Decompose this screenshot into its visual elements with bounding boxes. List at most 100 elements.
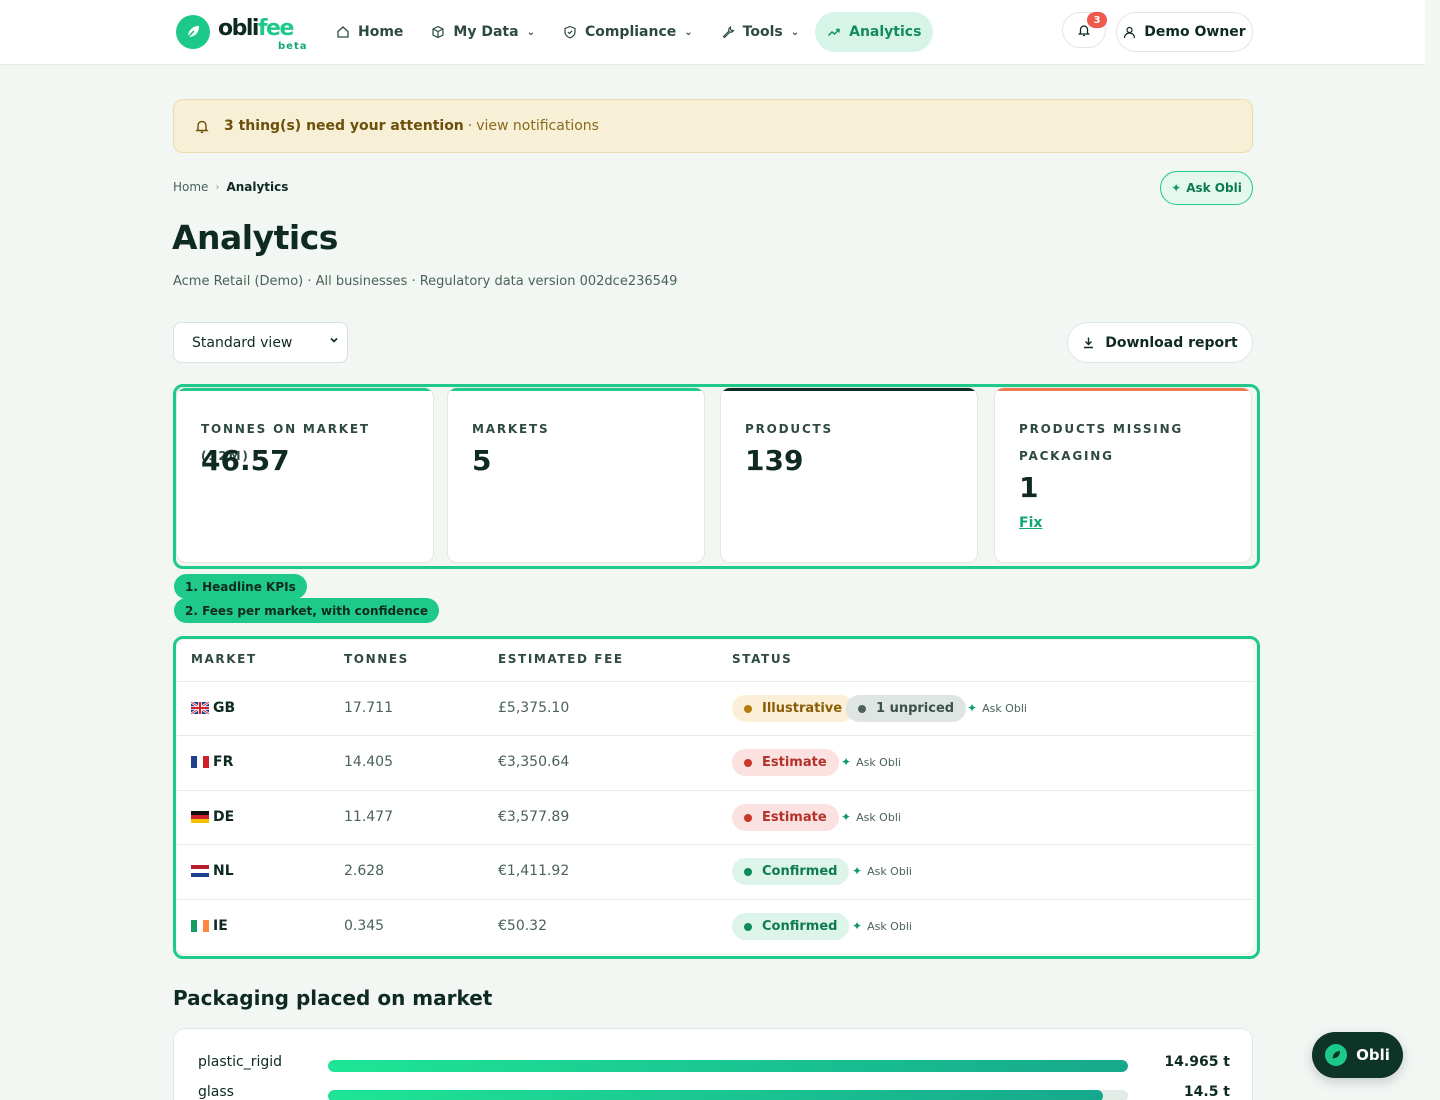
table-row[interactable]: DE 11.477 €3,577.89 Estimate ✦ Ask Obli — [177, 790, 1253, 844]
tour-tag-fees-per-market: 2. Fees per market, with confidence — [174, 598, 439, 623]
view-notifications-link[interactable]: view notifications — [476, 118, 599, 134]
status-label: Estimate — [762, 755, 827, 770]
market-cell: DE — [191, 809, 234, 825]
page-subtitle: Acme Retail (Demo) · All businesses · Re… — [173, 274, 678, 289]
download-icon — [1082, 336, 1095, 349]
status-dot-icon — [744, 758, 752, 767]
attention-banner: 3 thing(s) need your attention · view no… — [173, 99, 1253, 153]
nav-tools-label: Tools — [742, 24, 783, 40]
nav-my-data-label: My Data — [453, 24, 519, 40]
leaf-logo-icon — [1325, 1044, 1348, 1066]
fee-cell: £5,375.10 — [498, 700, 570, 716]
ask-obli-row-label: Ask Obli — [867, 864, 912, 878]
status-badge: Estimate — [732, 749, 839, 776]
kpi-accent-stripe — [721, 388, 977, 391]
market-cell: FR — [191, 754, 233, 770]
table-row[interactable]: FR 14.405 €3,350.64 Estimate ✦ Ask Obli — [177, 735, 1253, 789]
kpi-accent-stripe — [448, 388, 704, 391]
nav-home-label: Home — [358, 24, 404, 40]
fee-cell: €3,350.64 — [498, 754, 570, 770]
user-icon — [1123, 26, 1136, 39]
nav-compliance-label: Compliance — [584, 24, 677, 40]
user-menu-button[interactable]: Demo Owner — [1116, 12, 1253, 52]
ask-obli-row-label: Ask Obli — [856, 755, 901, 769]
table-row[interactable]: IE 0.345 €50.32 Confirmed ✦ Ask Obli — [177, 899, 1253, 953]
shield-icon — [563, 25, 577, 39]
packaging-material-label: glass — [198, 1084, 234, 1100]
uk-flag-icon — [190, 701, 210, 715]
wrench-icon — [721, 25, 735, 39]
status-dot-icon — [744, 922, 752, 931]
kpi-label: PRODUCTS — [745, 422, 833, 436]
chevron-down-icon — [329, 335, 339, 348]
nav-my-data[interactable]: My Data ⌄ — [419, 12, 547, 52]
status-label: Estimate — [762, 810, 827, 825]
market-cell: IE — [191, 918, 228, 934]
sparkle-icon: ✦ — [852, 919, 863, 933]
breadcrumb-home[interactable]: Home — [173, 180, 208, 194]
main-nav: Home My Data ⌄ Compliance ⌄ Tools ⌄ Anal… — [324, 12, 937, 52]
kpi-value: 46.57 — [201, 444, 290, 477]
ask-obli-row-link[interactable]: ✦ Ask Obli — [967, 701, 1027, 715]
ask-obli-row-link[interactable]: ✦ Ask Obli — [852, 864, 912, 878]
tour-tag-headline-kpis: 1. Headline KPIs — [174, 574, 307, 599]
chevron-down-icon: ⌄ — [790, 26, 800, 38]
page-title: Analytics — [172, 218, 338, 257]
column-header-fee: ESTIMATED FEE — [498, 652, 624, 666]
nav-home[interactable]: Home — [324, 12, 415, 52]
nav-tools[interactable]: Tools ⌄ — [709, 12, 811, 52]
tonnes-cell: 17.711 — [344, 700, 393, 716]
unpriced-label: 1 unpriced — [876, 701, 955, 716]
kpi-value: 5 — [472, 444, 492, 477]
sparkle-icon: ✦ — [967, 701, 978, 715]
packaging-card: plastic_rigid 14.965 t glass 14.5 t — [173, 1028, 1253, 1100]
nav-compliance[interactable]: Compliance ⌄ — [551, 12, 705, 52]
fees-table: MARKET TONNES ESTIMATED FEE STATUS GB 17… — [177, 640, 1253, 953]
packaging-tonnes-value: 14.965 t — [1164, 1054, 1230, 1070]
kpi-label: PRODUCTS MISSING PACKAGING — [1019, 422, 1184, 463]
tonnes-cell: 0.345 — [344, 918, 385, 934]
view-select[interactable]: Standard view — [173, 322, 348, 363]
table-row[interactable]: GB 17.711 £5,375.10 Illustrative 1 unpri… — [177, 681, 1253, 735]
market-code: FR — [213, 754, 234, 770]
tonnes-cell: 2.628 — [344, 863, 385, 879]
notification-count-badge: 3 — [1087, 12, 1107, 28]
obli-assistant-label: Obli — [1356, 1046, 1390, 1064]
tonnes-cell: 11.477 — [344, 809, 393, 825]
packaging-row: plastic_rigid 14.965 t — [174, 1054, 1254, 1076]
fee-cell: €1,411.92 — [498, 863, 570, 879]
ask-obli-row-link[interactable]: ✦ Ask Obli — [841, 755, 901, 769]
brand-name: oblifee — [218, 16, 294, 41]
user-name: Demo Owner — [1144, 24, 1246, 40]
fix-link[interactable]: Fix — [1019, 515, 1042, 531]
netherlands-flag-icon — [191, 865, 209, 877]
status-dot-icon — [858, 704, 866, 713]
kpi-label: MARKETS — [472, 422, 550, 436]
breadcrumb: Home › Analytics — [173, 180, 288, 194]
table-row[interactable]: NL 2.628 €1,411.92 Confirmed ✦ Ask Obli — [177, 844, 1253, 898]
kpi-card-markets: MARKETS 5 — [447, 387, 705, 563]
ask-obli-row-label: Ask Obli — [867, 919, 912, 933]
kpi-accent-stripe — [995, 388, 1251, 391]
ask-obli-button[interactable]: ✦ Ask Obli — [1160, 171, 1253, 205]
status-badge: Estimate — [732, 804, 839, 831]
download-report-button[interactable]: Download report — [1067, 322, 1253, 363]
kpi-value: 139 — [745, 444, 804, 477]
market-code: GB — [213, 700, 236, 716]
obli-assistant-button[interactable]: Obli — [1312, 1032, 1403, 1078]
ask-obli-row-link[interactable]: ✦ Ask Obli — [852, 919, 912, 933]
nav-analytics[interactable]: Analytics — [815, 12, 934, 52]
ask-obli-row-link[interactable]: ✦ Ask Obli — [841, 810, 901, 824]
home-icon — [336, 25, 350, 39]
status-dot-icon — [744, 813, 752, 822]
kpi-accent-stripe — [177, 388, 433, 391]
market-cell: GB — [190, 700, 236, 716]
notifications-button[interactable]: 3 — [1062, 12, 1107, 48]
market-code: IE — [213, 918, 228, 934]
breadcrumb-separator: › — [215, 181, 220, 193]
unpriced-badge: 1 unpriced — [846, 695, 967, 722]
brand-logo[interactable]: oblifee beta — [176, 14, 318, 52]
status-label: Confirmed — [762, 919, 838, 934]
packaging-material-label: plastic_rigid — [198, 1054, 283, 1070]
packaging-bar-fill — [328, 1090, 1104, 1100]
